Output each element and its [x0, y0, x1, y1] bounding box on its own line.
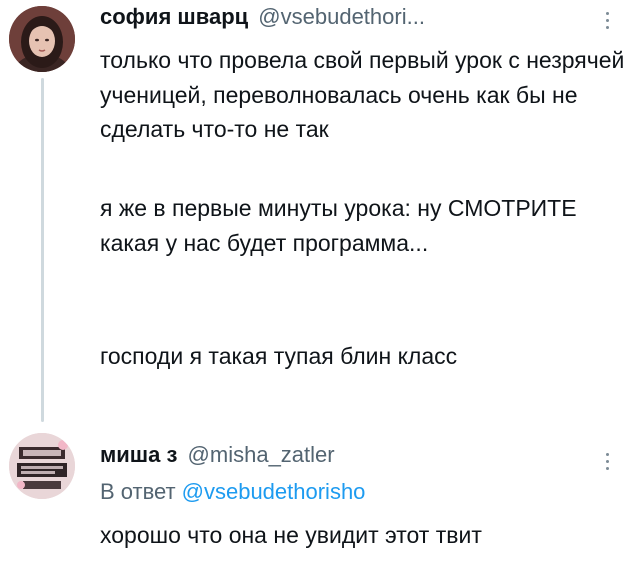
- tweet-text-paragraph: только что провела свой первый урок с не…: [100, 47, 625, 142]
- author-handle[interactable]: @vsebudethori...: [258, 4, 425, 29]
- avatar-collage-image: [9, 433, 75, 499]
- avatar-portrait-image: [9, 6, 75, 72]
- author-handle[interactable]: @misha_zatler: [188, 442, 335, 467]
- more-options-icon[interactable]: [606, 453, 610, 473]
- reply-context: В ответ @vsebudethorisho: [100, 475, 365, 509]
- thread-connector-line: [41, 78, 44, 422]
- tweet-text-paragraph: я же в первые минуты урока: ну СМОТРИТЕ …: [100, 195, 577, 256]
- avatar-sofia[interactable]: [9, 6, 75, 72]
- tweet-header: софия шварц @vsebudethori...: [100, 4, 425, 30]
- avatar-misha[interactable]: [9, 433, 75, 499]
- author-name[interactable]: софия шварц: [100, 4, 248, 29]
- reply-prefix: В ответ: [100, 479, 176, 504]
- more-options-icon[interactable]: [606, 12, 610, 32]
- tweet-text: хорошо что она не увидит этот твит: [100, 522, 482, 548]
- reply-to-handle-link[interactable]: @vsebudethorisho: [182, 479, 366, 504]
- tweet-header: миша з @misha_zatler: [100, 442, 335, 468]
- tweet-text-paragraph: господи я такая тупая блин класс: [100, 343, 458, 369]
- author-name[interactable]: миша з: [100, 442, 177, 467]
